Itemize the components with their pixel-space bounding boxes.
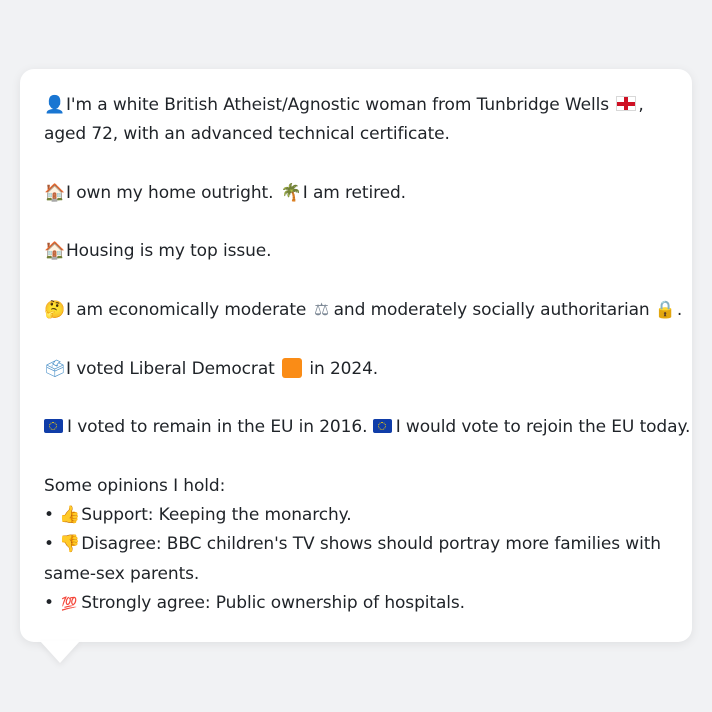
opinion-item: • 👎Disagree: BBC children's TV shows sho… <box>44 530 672 559</box>
hundred-points-icon: 💯 <box>61 597 78 613</box>
palm-tree-icon: 🌴 <box>280 182 302 203</box>
profile-line-age: aged 72, with an advanced technical cert… <box>44 124 450 145</box>
thumbs-up-icon: 👍 <box>59 505 81 526</box>
ballot-box-icon: 🗳 <box>44 358 66 379</box>
opinion-item-continuation: same-sex parents. <box>44 563 200 584</box>
lib-dem-orange-square-icon <box>282 357 303 378</box>
profile-line-politics: 🤔I am economically moderate ⚖ and moderat… <box>44 296 682 325</box>
house-icon: 🏠 <box>44 182 66 203</box>
opinions-header: Some opinions I hold: <box>44 475 226 496</box>
thinking-face-icon: 🤔 <box>44 300 66 321</box>
profile-line-eu: I voted to remain in the EU in 2016. I w… <box>44 413 690 442</box>
profile-line-vote: 🗳I voted Liberal Democrat in 2024. <box>44 355 672 384</box>
lock-icon: 🔒 <box>654 300 676 321</box>
eu-flag-icon <box>44 419 63 434</box>
thumbs-down-icon: 👎 <box>59 534 81 555</box>
profile-line-identity: 👤I'm a white British Atheist/Agnostic wo… <box>44 91 672 120</box>
profile-line-top-issue: 🏠Housing is my top issue. <box>44 237 672 266</box>
balance-scale-icon: ⚖ <box>314 300 330 321</box>
speech-bubble-tail <box>40 641 80 663</box>
person-icon: 👤 <box>44 95 66 115</box>
opinion-item: • 💯 Strongly agree: Public ownership of h… <box>44 589 672 619</box>
opinion-item: • 👍Support: Keeping the monarchy. <box>44 501 672 530</box>
eu-flag-icon <box>372 419 392 434</box>
house-icon: 🏠 <box>44 241 66 262</box>
profile-line-home: 🏠I own my home outright. 🌴I am retired. <box>44 179 672 208</box>
england-flag-icon <box>616 96 637 111</box>
profile-card: 👤I'm a white British Atheist/Agnostic wo… <box>20 69 692 642</box>
